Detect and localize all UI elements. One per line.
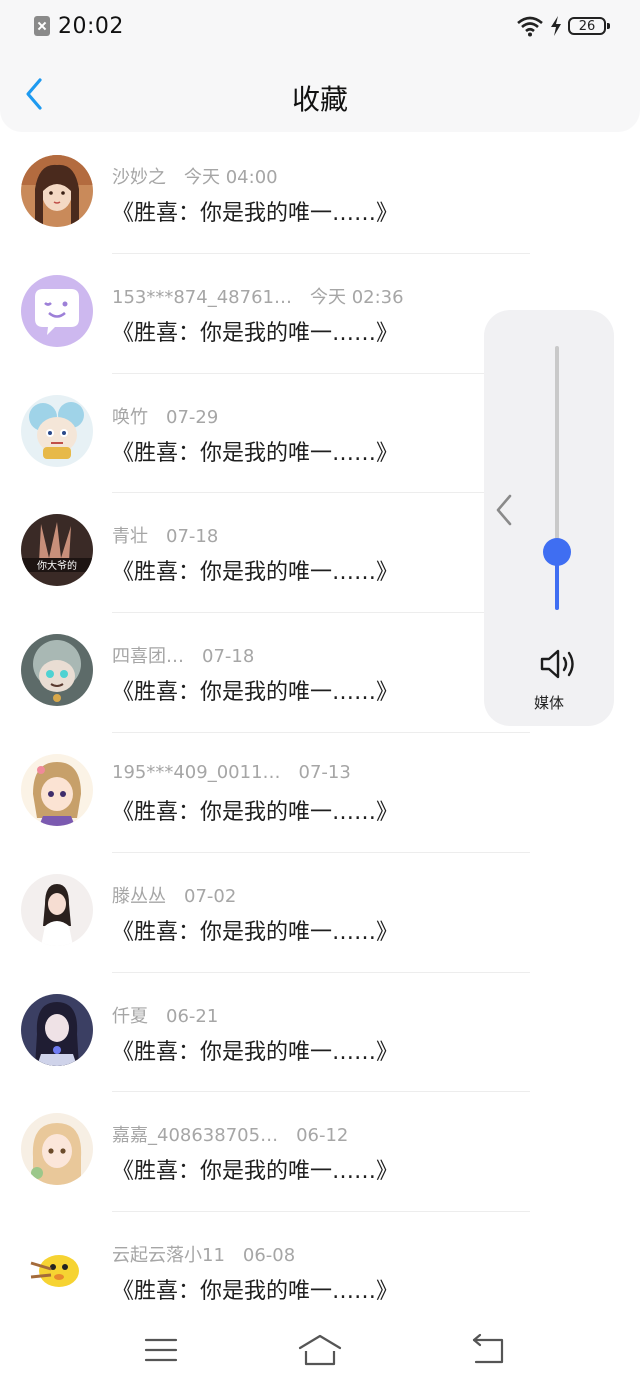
user-name: 云起云落小11 <box>112 1245 225 1267</box>
item-text: 《胜喜：你是我的唯一……》 <box>112 560 399 586</box>
status-bar: 20:02 26 <box>0 0 640 52</box>
item-time: 07-18 <box>202 646 255 668</box>
item-text: 《胜喜：你是我的唯一……》 <box>112 201 399 226</box>
item-text: 《胜喜：你是我的唯一……》 <box>112 1039 399 1065</box>
home-icon[interactable] <box>296 1330 344 1370</box>
user-name: 滕丛丛 <box>112 885 166 907</box>
status-right: 26 <box>516 13 610 39</box>
user-name: 153***874_48761… <box>112 286 292 308</box>
avatar <box>21 634 93 707</box>
volume-slider-handle[interactable] <box>543 538 571 566</box>
item-time: 今天 04:00 <box>184 167 278 188</box>
item-meta: 滕丛丛 07-02 <box>112 882 236 908</box>
battery-level: 26 <box>578 18 596 34</box>
user-name: 唤竹 <box>112 406 148 428</box>
item-meta: 沙妙之 今天 04:00 <box>112 163 278 189</box>
item-meta: 153***874_48761… 今天 02:36 <box>112 283 404 309</box>
item-meta: 仟夏 06-21 <box>112 1002 218 1028</box>
menu-icon[interactable] <box>137 1330 185 1370</box>
avatar <box>21 1113 93 1186</box>
divider <box>112 731 530 733</box>
avatar <box>21 394 93 467</box>
item-text: 《胜喜：你是我的唯一……》 <box>112 919 399 945</box>
divider <box>112 372 530 374</box>
status-left: 20:02 <box>34 12 124 40</box>
battery-indicator: 26 <box>568 17 610 35</box>
charging-icon <box>551 16 561 36</box>
item-text: 《胜喜：你是我的唯一……》 <box>112 320 399 346</box>
avatar <box>21 1233 93 1306</box>
divider <box>112 252 530 254</box>
item-time: 07-02 <box>184 885 237 907</box>
avatar <box>21 155 93 227</box>
speaker-icon[interactable] <box>539 648 579 680</box>
divider <box>112 851 530 853</box>
item-time: 06-21 <box>166 1005 219 1027</box>
return-icon[interactable] <box>464 1330 512 1370</box>
volume-label: 媒体 <box>533 694 564 712</box>
divider <box>112 971 530 973</box>
item-time: 06-08 <box>242 1245 296 1267</box>
header-bar: 收藏 <box>0 52 640 132</box>
divider <box>112 612 530 614</box>
item-meta: 嘉嘉_408638705… 06-12 <box>112 1121 348 1147</box>
avatar <box>21 274 93 347</box>
list-item[interactable]: 195***409_0011… 07-13 《胜喜：你是我的唯一……》 <box>0 747 640 867</box>
user-name: 四喜团… <box>112 646 184 668</box>
volume-slider[interactable] <box>555 346 559 610</box>
item-time: 07-13 <box>298 761 351 783</box>
chevron-left-icon[interactable] <box>492 492 516 528</box>
item-meta: 唤竹 07-29 <box>112 403 218 429</box>
item-time: 06-12 <box>296 1125 349 1147</box>
status-time: 20:02 <box>58 13 124 39</box>
avatar-caption: 你大爷的 <box>37 559 77 572</box>
user-name: 195***409_0011… <box>112 761 281 783</box>
user-name: 青壮 <box>112 526 148 548</box>
wifi-icon <box>517 16 543 37</box>
user-name: 嘉嘉_408638705… <box>112 1125 279 1147</box>
list-item[interactable]: 嘉嘉_408638705… 06-12 《胜喜：你是我的唯一……》 <box>0 1106 640 1226</box>
item-time: 07-18 <box>166 526 219 548</box>
divider <box>112 1091 530 1093</box>
list-item[interactable]: 仟夏 06-21 《胜喜：你是我的唯一……》 <box>0 987 640 1107</box>
item-meta: 云起云落小11 06-08 <box>112 1241 295 1267</box>
list-item[interactable]: 沙妙之 今天 04:00 《胜喜：你是我的唯一……》 <box>0 148 640 268</box>
item-meta: 青壮 07-18 <box>112 522 218 548</box>
page-title: 收藏 <box>291 83 348 116</box>
user-name: 沙妙之 <box>112 167 166 188</box>
no-sim-icon <box>34 16 50 36</box>
system-nav-bar <box>0 1320 640 1387</box>
avatar: 你大爷的 <box>21 514 93 587</box>
item-time: 今天 02:36 <box>309 286 404 308</box>
volume-panel: 媒体 <box>484 310 614 726</box>
item-time: 07-29 <box>166 406 219 428</box>
item-text: 《胜喜：你是我的唯一……》 <box>112 1159 399 1185</box>
divider <box>112 1211 530 1213</box>
item-text: 《胜喜：你是我的唯一……》 <box>112 680 399 706</box>
list-item[interactable]: 滕丛丛 07-02 《胜喜：你是我的唯一……》 <box>0 867 640 987</box>
avatar <box>21 753 93 826</box>
user-name: 仟夏 <box>112 1005 148 1027</box>
avatar <box>21 993 93 1066</box>
item-meta: 195***409_0011… 07-13 <box>112 762 351 783</box>
item-meta: 四喜团… 07-18 <box>112 642 254 668</box>
item-text: 《胜喜：你是我的唯一……》 <box>112 440 399 466</box>
divider <box>112 492 530 494</box>
avatar <box>21 873 93 946</box>
item-text: 《胜喜：你是我的唯一……》 <box>112 1279 399 1305</box>
item-text: 《胜喜：你是我的唯一……》 <box>112 799 399 825</box>
